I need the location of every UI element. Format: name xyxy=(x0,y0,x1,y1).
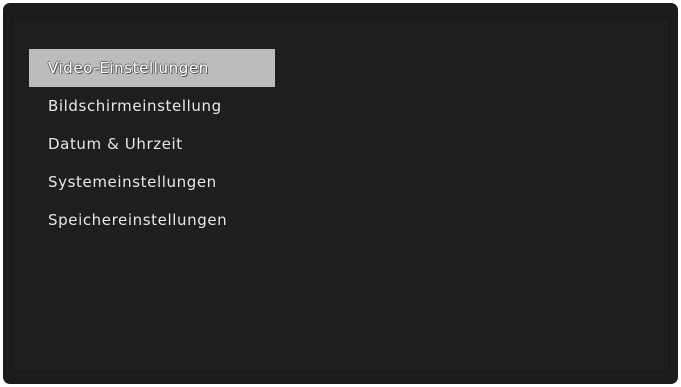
menu-item-label: Video-Einstellungen xyxy=(48,59,209,77)
settings-menu: Video-Einstellungen Bildschirmeinstellun… xyxy=(29,49,275,239)
tv-screen: Video-Einstellungen Bildschirmeinstellun… xyxy=(3,3,678,384)
menu-item-screen-settings[interactable]: Bildschirmeinstellung xyxy=(29,87,275,125)
menu-item-date-time[interactable]: Datum & Uhrzeit xyxy=(29,125,275,163)
menu-item-video-settings[interactable]: Video-Einstellungen xyxy=(29,49,275,87)
menu-item-label: Datum & Uhrzeit xyxy=(48,135,183,153)
menu-item-label: Systemeinstellungen xyxy=(48,173,217,191)
menu-item-system-settings[interactable]: Systemeinstellungen xyxy=(29,163,275,201)
menu-item-label: Speichereinstellungen xyxy=(48,211,228,229)
menu-item-storage-settings[interactable]: Speichereinstellungen xyxy=(29,201,275,239)
menu-item-label: Bildschirmeinstellung xyxy=(48,97,222,115)
